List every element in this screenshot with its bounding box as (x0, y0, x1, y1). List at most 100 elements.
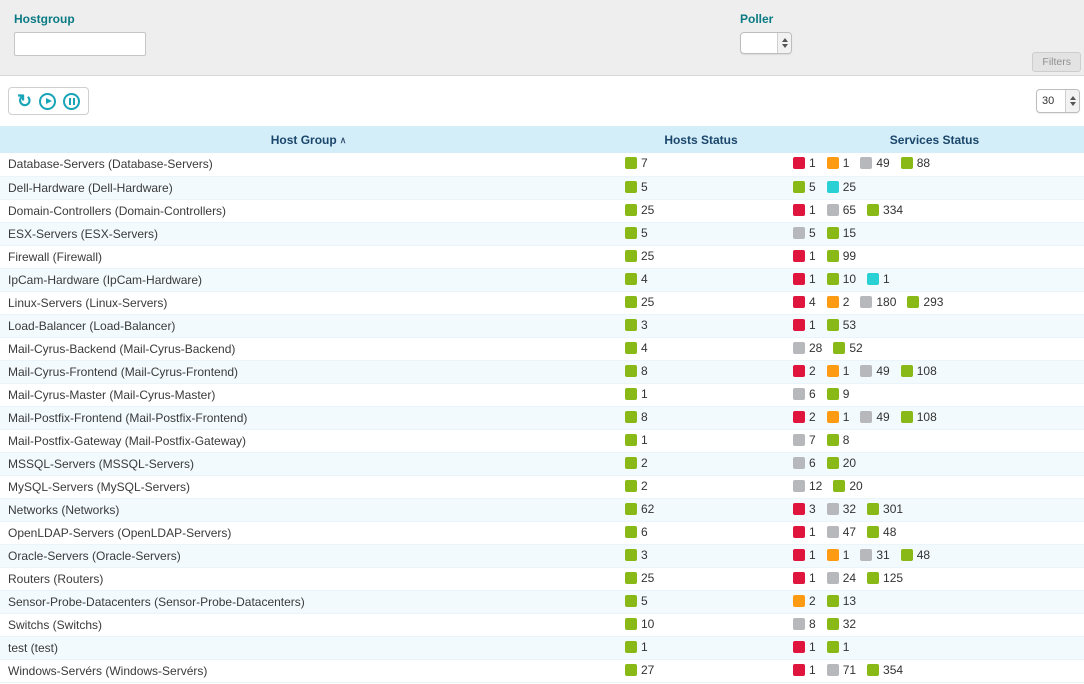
status-count: 52 (849, 341, 862, 355)
status-count: 301 (883, 502, 903, 516)
green-status-icon (625, 273, 637, 285)
table-row[interactable]: test (test)111 (0, 636, 1084, 659)
red-status-icon (793, 296, 805, 308)
filters-button[interactable]: Filters (1032, 52, 1081, 72)
status-badge: 5 (625, 594, 648, 608)
table-row[interactable]: Firewall (Firewall)25199 (0, 245, 1084, 268)
hostgroup-name[interactable]: Firewall (Firewall) (0, 245, 617, 268)
hostgroup-name[interactable]: OpenLDAP-Servers (OpenLDAP-Servers) (0, 521, 617, 544)
table-row[interactable]: Domain-Controllers (Domain-Controllers)2… (0, 199, 1084, 222)
green-status-icon (625, 641, 637, 653)
hostgroup-name[interactable]: Dell-Hardware (Dell-Hardware) (0, 176, 617, 199)
green-status-icon (867, 503, 879, 515)
hostgroup-name[interactable]: ESX-Servers (ESX-Servers) (0, 222, 617, 245)
status-count: 25 (641, 295, 654, 309)
hostgroup-name[interactable]: Domain-Controllers (Domain-Controllers) (0, 199, 617, 222)
status-badge: 5 (625, 180, 648, 194)
hostgroup-input[interactable] (14, 32, 146, 56)
table-row[interactable]: OpenLDAP-Servers (OpenLDAP-Servers)61474… (0, 521, 1084, 544)
table-row[interactable]: Switchs (Switchs)10832 (0, 613, 1084, 636)
table-row[interactable]: Database-Servers (Database-Servers)71149… (0, 153, 1084, 176)
services-status-cell: 199 (785, 245, 1084, 268)
green-status-icon (827, 641, 839, 653)
table-row[interactable]: Mail-Postfix-Gateway (Mail-Postfix-Gatew… (0, 429, 1084, 452)
green-status-icon (625, 457, 637, 469)
hostgroup-name[interactable]: Mail-Cyrus-Backend (Mail-Cyrus-Backend) (0, 337, 617, 360)
hostgroup-name[interactable]: Linux-Servers (Linux-Servers) (0, 291, 617, 314)
column-hosts-status[interactable]: Hosts Status (617, 126, 785, 153)
status-badge: 62 (625, 502, 654, 516)
table-row[interactable]: Mail-Postfix-Frontend (Mail-Postfix-Fron… (0, 406, 1084, 429)
table-row[interactable]: Oracle-Servers (Oracle-Servers)3113148 (0, 544, 1084, 567)
gray-status-icon (860, 296, 872, 308)
hostgroup-name[interactable]: Database-Servers (Database-Servers) (0, 153, 617, 176)
hostgroup-name[interactable]: Sensor-Probe-Datacenters (Sensor-Probe-D… (0, 590, 617, 613)
hostgroup-name[interactable]: Load-Balancer (Load-Balancer) (0, 314, 617, 337)
gray-status-icon (860, 157, 872, 169)
table-row[interactable]: Load-Balancer (Load-Balancer)3153 (0, 314, 1084, 337)
table-row[interactable]: Mail-Cyrus-Master (Mail-Cyrus-Master)169 (0, 383, 1084, 406)
table-row[interactable]: Windows-Servérs (Windows-Servérs)2717135… (0, 659, 1084, 682)
table-row[interactable]: ESX-Servers (ESX-Servers)5515 (0, 222, 1084, 245)
play-icon[interactable] (39, 93, 56, 110)
status-badge: 2 (793, 364, 816, 378)
status-badge: 52 (833, 341, 862, 355)
gray-status-icon (793, 342, 805, 354)
hosts-status-cell: 4 (617, 337, 785, 360)
table-row[interactable]: Dell-Hardware (Dell-Hardware)5525 (0, 176, 1084, 199)
cyan-status-icon (867, 273, 879, 285)
orange-status-icon (793, 595, 805, 607)
status-badge: 6 (793, 387, 816, 401)
status-count: 3 (641, 548, 648, 562)
status-badge: 31 (860, 548, 889, 562)
refresh-icon[interactable]: ↻ (17, 92, 32, 110)
status-badge: 5 (625, 226, 648, 240)
hostgroup-name[interactable]: Oracle-Servers (Oracle-Servers) (0, 544, 617, 567)
table-row[interactable]: Sensor-Probe-Datacenters (Sensor-Probe-D… (0, 590, 1084, 613)
hostgroup-name[interactable]: Mail-Cyrus-Master (Mail-Cyrus-Master) (0, 383, 617, 406)
hostgroup-name[interactable]: MySQL-Servers (MySQL-Servers) (0, 475, 617, 498)
orange-status-icon (827, 296, 839, 308)
green-status-icon (827, 227, 839, 239)
toolbar: ↻ 30 (0, 76, 1084, 126)
status-count: 5 (641, 226, 648, 240)
status-badge: 25 (827, 180, 856, 194)
status-count: 20 (849, 479, 862, 493)
table-row[interactable]: IpCam-Hardware (IpCam-Hardware)41101 (0, 268, 1084, 291)
status-count: 20 (843, 456, 856, 470)
status-count: 2 (809, 410, 816, 424)
hostgroup-name[interactable]: Networks (Networks) (0, 498, 617, 521)
hostgroup-name[interactable]: test (test) (0, 636, 617, 659)
hostgroup-name[interactable]: Routers (Routers) (0, 567, 617, 590)
hostgroup-name[interactable]: Switchs (Switchs) (0, 613, 617, 636)
hostgroup-name[interactable]: MSSQL-Servers (MSSQL-Servers) (0, 452, 617, 475)
column-host-group[interactable]: Host Group∧ (0, 126, 617, 153)
status-count: 28 (809, 341, 822, 355)
hostgroup-name[interactable]: Mail-Postfix-Frontend (Mail-Postfix-Fron… (0, 406, 617, 429)
hostgroup-name[interactable]: Windows-Servérs (Windows-Servérs) (0, 659, 617, 682)
hostgroup-name[interactable]: IpCam-Hardware (IpCam-Hardware) (0, 268, 617, 291)
red-status-icon (793, 526, 805, 538)
poller-select[interactable] (740, 32, 792, 54)
gray-status-icon (827, 664, 839, 676)
status-count: 13 (843, 594, 856, 608)
red-status-icon (793, 250, 805, 262)
column-services-status[interactable]: Services Status (785, 126, 1084, 153)
status-badge: 301 (867, 502, 903, 516)
hostgroup-name[interactable]: Mail-Postfix-Gateway (Mail-Postfix-Gatew… (0, 429, 617, 452)
table-row[interactable]: Mail-Cyrus-Frontend (Mail-Cyrus-Frontend… (0, 360, 1084, 383)
table-row[interactable]: Linux-Servers (Linux-Servers)2542180293 (0, 291, 1084, 314)
green-status-icon (625, 227, 637, 239)
table-row[interactable]: Networks (Networks)62332301 (0, 498, 1084, 521)
pause-icon[interactable] (63, 93, 80, 110)
status-badge: 65 (827, 203, 856, 217)
table-row[interactable]: MSSQL-Servers (MSSQL-Servers)2620 (0, 452, 1084, 475)
services-status-cell: 620 (785, 452, 1084, 475)
table-row[interactable]: Routers (Routers)25124125 (0, 567, 1084, 590)
status-badge: 2 (793, 594, 816, 608)
page-size-select[interactable]: 30 (1036, 89, 1080, 113)
hosts-status-cell: 10 (617, 613, 785, 636)
hostgroup-name[interactable]: Mail-Cyrus-Frontend (Mail-Cyrus-Frontend… (0, 360, 617, 383)
table-row[interactable]: Mail-Cyrus-Backend (Mail-Cyrus-Backend)4… (0, 337, 1084, 360)
table-row[interactable]: MySQL-Servers (MySQL-Servers)21220 (0, 475, 1084, 498)
